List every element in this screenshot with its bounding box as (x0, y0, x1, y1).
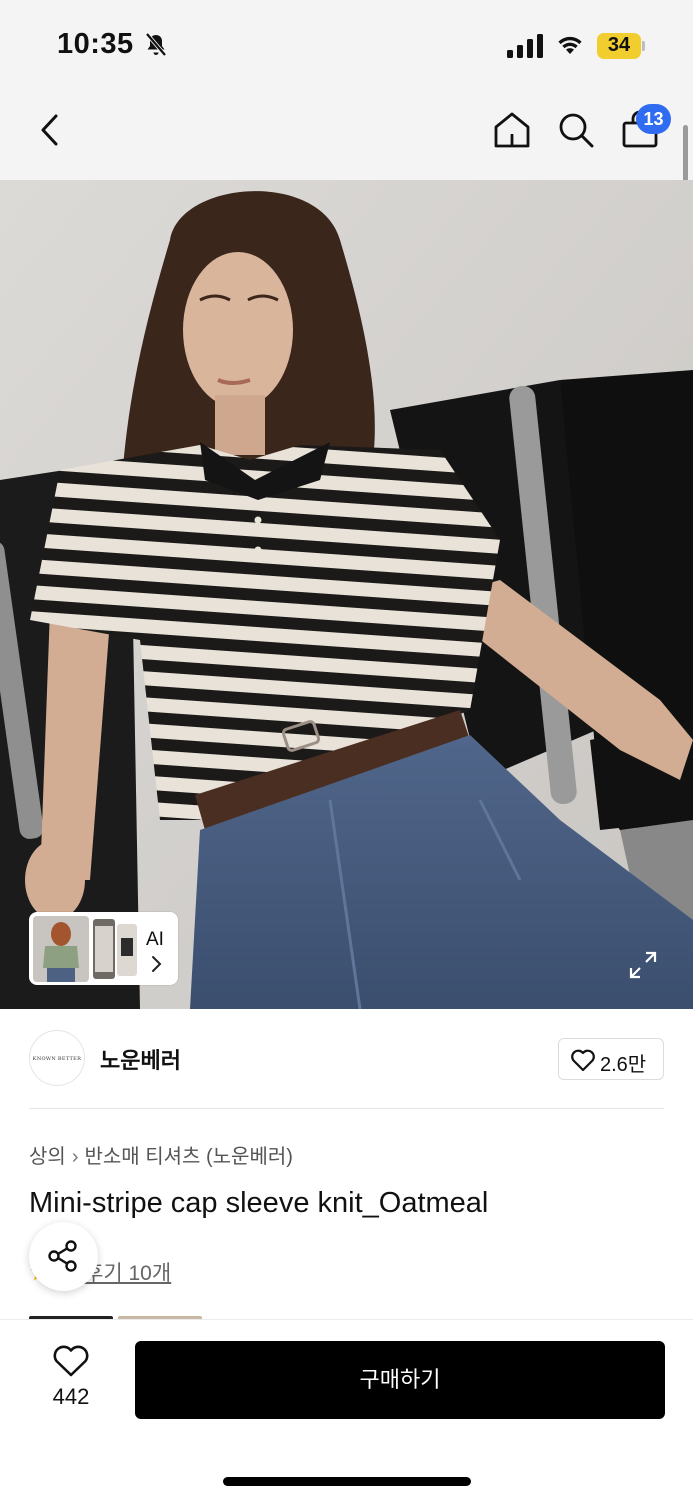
cellular-signal-icon (507, 34, 543, 58)
brand-logo[interactable]: KNOWN BETTER (29, 1030, 85, 1086)
product-main-image[interactable] (0, 180, 693, 1009)
section-divider (29, 1108, 664, 1109)
bell-off-icon (145, 32, 167, 57)
status-bar: 10:35 34 (0, 0, 693, 92)
bottom-purchase-bar: 442 구매하기 (0, 1319, 693, 1500)
search-icon[interactable] (556, 110, 596, 150)
wishlist-count: 442 (52, 1384, 90, 1409)
wifi-icon (558, 36, 582, 54)
expand-icon[interactable] (628, 950, 658, 980)
heart-icon (571, 1049, 595, 1072)
breadcrumb-subcategory[interactable]: 반소매 티셔츠 (노운베러) (84, 1140, 292, 1169)
share-button[interactable] (29, 1222, 98, 1291)
buy-button[interactable]: 구매하기 (135, 1341, 665, 1419)
battery-indicator: 34 (597, 33, 645, 59)
breadcrumb: 상의 › 반소매 티셔츠 (노운베러) (29, 1140, 293, 1169)
status-time: 10:35 (57, 28, 134, 60)
brand-like-count: 2.6만 (600, 1054, 647, 1076)
brand-like-button[interactable]: 2.6만 (558, 1038, 664, 1080)
top-navigation-bar (0, 92, 693, 180)
breadcrumb-category[interactable]: 상의 (29, 1140, 66, 1169)
home-indicator (223, 1477, 471, 1486)
product-title: Mini-stripe cap sleeve knit_Oatmeal (29, 1187, 489, 1219)
chevron-left-icon[interactable] (36, 112, 66, 148)
cart-count-badge: 13 (636, 104, 671, 134)
battery-tip (642, 41, 645, 51)
brand-name[interactable]: 노운베러 (100, 1043, 181, 1075)
ai-similar-items-card[interactable]: AI (29, 912, 178, 985)
chevron-right-icon (152, 956, 162, 972)
heart-icon[interactable] (52, 1344, 90, 1378)
similar-items-thumbnails (33, 916, 137, 982)
ai-label: AI (146, 929, 164, 950)
battery-level: 34 (607, 34, 631, 56)
share-icon (48, 1240, 77, 1272)
home-icon[interactable] (492, 110, 532, 150)
brand-row[interactable]: KNOWN BETTER 노운베러 2.6만 (0, 1009, 693, 1109)
breadcrumb-separator-icon: › (71, 1146, 79, 1168)
